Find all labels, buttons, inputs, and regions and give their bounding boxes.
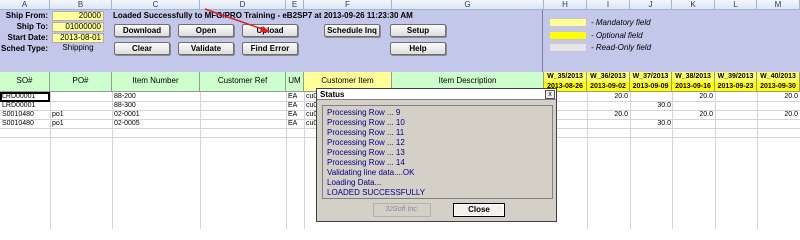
cell-qty[interactable]	[728, 111, 756, 119]
cell-po[interactable]: po1	[52, 120, 110, 128]
cell-qty[interactable]	[643, 93, 671, 101]
cell-qty[interactable]	[770, 102, 798, 110]
close-icon[interactable]: x	[545, 90, 555, 99]
cell-item-number[interactable]: 02-0001	[114, 111, 198, 119]
cell-qty[interactable]	[770, 120, 798, 128]
cell-so[interactable]: S0010480	[2, 111, 48, 119]
cell-qty[interactable]: 20.0	[770, 93, 798, 101]
status-dialog-title: Status	[317, 89, 556, 100]
cell-qty[interactable]	[728, 93, 756, 101]
cell-po[interactable]	[52, 102, 110, 110]
status-log: Processing Row ... 9 Processing Row ... …	[322, 105, 553, 199]
cell-qty[interactable]	[728, 120, 756, 128]
status-log-line: Processing Row ... 10	[327, 118, 405, 127]
cell-um[interactable]: EA	[288, 111, 302, 119]
status-dialog: Status x Processing Row ... 9 Processing…	[316, 88, 557, 222]
week-header: W_35/2013	[544, 72, 587, 82]
week-header: W_36/2013	[587, 72, 630, 82]
legend-optional-text: - Optional field	[591, 31, 643, 40]
grid-line	[286, 92, 287, 229]
grid-line	[304, 92, 305, 229]
legend-mandatory-swatch	[549, 18, 587, 27]
cell-qty[interactable]: 20.0	[600, 93, 628, 101]
status-log-line: LOADED SUCCESSFULLY	[327, 188, 426, 197]
close-button[interactable]: Close	[453, 203, 505, 217]
grid-line	[757, 92, 758, 229]
cell-qty[interactable]: 20.0	[685, 111, 713, 119]
status-log-line: Processing Row ... 9	[327, 108, 401, 117]
cell-qty[interactable]	[643, 111, 671, 119]
grid-line	[672, 92, 673, 229]
cell-um[interactable]: EA	[288, 120, 302, 128]
cell-po[interactable]: po1	[52, 111, 110, 119]
cell-so[interactable]: LRD00001	[2, 93, 48, 101]
cell-qty[interactable]	[685, 120, 713, 128]
grid-header-item-number: Item Number	[112, 72, 200, 92]
cell-item-number[interactable]: 02-0005	[114, 120, 198, 128]
cell-qty[interactable]: 20.0	[770, 111, 798, 119]
status-log-line: Processing Row ... 14	[327, 158, 405, 167]
cell-so[interactable]: LRD00001	[2, 102, 48, 110]
legend-readonly-text: - Read-Only field	[591, 43, 652, 52]
cell-qty[interactable]	[685, 102, 713, 110]
cell-qty[interactable]: 20.0	[685, 93, 713, 101]
cell-qty[interactable]: 20.0	[600, 111, 628, 119]
grid-line	[715, 92, 716, 229]
grid-header-po: PO#	[50, 72, 112, 92]
grid-header-customer-ref: Customer Ref	[200, 72, 286, 92]
status-log-line: Processing Row ... 13	[327, 148, 405, 157]
cell-item-number[interactable]: 88-300	[114, 102, 198, 110]
grid-header-um: UM	[286, 72, 304, 92]
cell-po[interactable]	[52, 93, 110, 101]
status-log-line: Loading Data...	[327, 178, 382, 187]
cell-qty[interactable]	[600, 102, 628, 110]
week-header: W_40/2013	[757, 72, 800, 82]
legend-optional-swatch	[549, 31, 587, 40]
week-header: W_39/2013	[715, 72, 757, 82]
legend-readonly-swatch	[549, 43, 587, 52]
week-date-header: 2013-09-02	[587, 82, 630, 92]
cell-um[interactable]: EA	[288, 93, 302, 101]
cell-qty[interactable]: 30.0	[643, 120, 671, 128]
grid-line	[587, 92, 588, 229]
status-log-line: Validating line data....OK	[327, 168, 415, 177]
grid-line	[630, 92, 631, 229]
cell-item-number[interactable]: 88-200	[114, 93, 198, 101]
week-header: W_38/2013	[672, 72, 715, 82]
week-header: W_37/2013	[630, 72, 672, 82]
cell-qty[interactable]	[600, 120, 628, 128]
week-date-header: 2013-09-30	[757, 82, 800, 92]
week-date-header: 2013-09-23	[715, 82, 757, 92]
grid-line	[200, 92, 201, 229]
cell-um[interactable]: EA	[288, 102, 302, 110]
vendor-logo: 32Soft Inc.	[373, 203, 431, 217]
status-log-line: Processing Row ... 11	[327, 128, 405, 137]
cell-qty[interactable]	[728, 102, 756, 110]
cell-qty[interactable]: 30.0	[643, 102, 671, 110]
legend-mandatory-text: - Mandatory field	[591, 18, 651, 27]
week-date-header: 2013-09-09	[630, 82, 672, 92]
cell-so[interactable]: S0010480	[2, 120, 48, 128]
week-date-header: 2013-09-16	[672, 82, 715, 92]
status-log-line: Processing Row ... 12	[327, 138, 405, 147]
grid-line	[112, 92, 113, 229]
grid-header-so: SO#	[0, 72, 50, 92]
grid-line	[50, 92, 51, 229]
